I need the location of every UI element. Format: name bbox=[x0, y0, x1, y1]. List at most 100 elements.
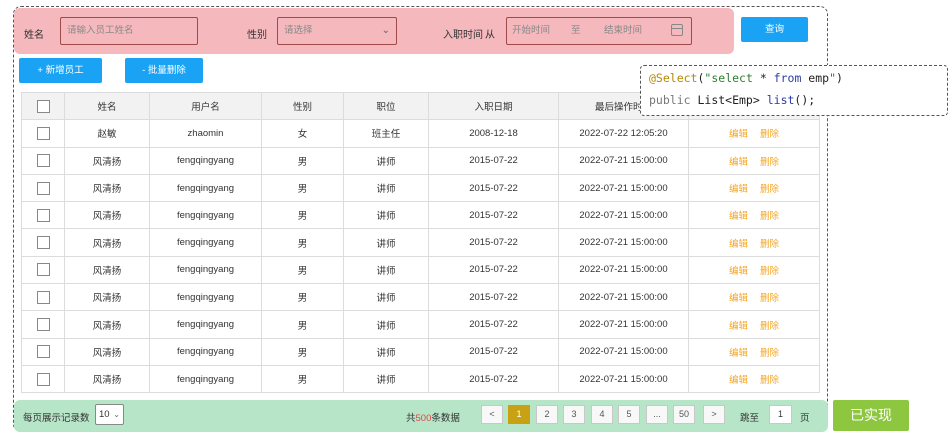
edit-link[interactable]: 编辑 bbox=[729, 211, 748, 222]
start-date-placeholder[interactable]: 开始时间 bbox=[512, 18, 550, 44]
jump-to-page-input[interactable]: 1 bbox=[769, 405, 792, 424]
row-checkbox[interactable] bbox=[36, 318, 50, 332]
code-line-method: public List<Emp> list(); bbox=[649, 93, 816, 107]
cell-actions: 编辑 删除 bbox=[688, 201, 820, 230]
chevron-down-icon: ⌄ bbox=[381, 25, 390, 36]
gender-select[interactable]: 请选择 ⌄ bbox=[277, 17, 397, 45]
page-size-select[interactable]: 10 ⌄ bbox=[95, 404, 124, 425]
edit-link[interactable]: 编辑 bbox=[729, 157, 748, 168]
delete-link[interactable]: 删除 bbox=[760, 266, 779, 277]
code-line-select: @Select("select * from emp") bbox=[649, 71, 843, 85]
delete-link[interactable]: 删除 bbox=[760, 129, 779, 140]
page-button-5[interactable]: 5 bbox=[618, 405, 640, 424]
jump-to-label: 跳至 bbox=[740, 413, 760, 424]
delete-link[interactable]: 删除 bbox=[760, 375, 779, 386]
row-checkbox[interactable] bbox=[36, 236, 50, 250]
code-sql-from: from bbox=[773, 71, 802, 85]
delete-link[interactable]: 删除 bbox=[760, 321, 779, 332]
cell-last-operation-time: 2022-07-21 15:00:00 bbox=[558, 283, 689, 312]
name-label: 姓名 bbox=[24, 30, 44, 41]
cell-gender: 男 bbox=[261, 173, 344, 203]
edit-link[interactable]: 编辑 bbox=[729, 348, 748, 359]
cell-name: 风清扬 bbox=[64, 283, 150, 312]
calendar-icon[interactable] bbox=[671, 24, 683, 36]
cell-gender: 男 bbox=[261, 337, 344, 366]
range-separator: 至 bbox=[571, 25, 581, 36]
cell-position: 讲师 bbox=[343, 337, 429, 366]
edit-link[interactable]: 编辑 bbox=[729, 266, 748, 277]
cell-last-operation-time: 2022-07-21 15:00:00 bbox=[558, 310, 689, 339]
edit-link[interactable]: 编辑 bbox=[729, 239, 748, 250]
edit-link[interactable]: 编辑 bbox=[729, 184, 748, 195]
page-button-4[interactable]: 4 bbox=[591, 405, 613, 424]
next-page-button[interactable]: > bbox=[703, 405, 725, 424]
cell-position: 讲师 bbox=[343, 228, 429, 257]
row-checkbox[interactable] bbox=[36, 263, 50, 277]
employee-table: 姓名 用户名 性别 职位 入职日期 最后操作时间 操作 赵敏 zhaomin 女… bbox=[21, 91, 820, 394]
cell-gender: 男 bbox=[261, 201, 344, 230]
edit-link[interactable]: 编辑 bbox=[729, 129, 748, 140]
edit-link[interactable]: 编辑 bbox=[729, 375, 748, 386]
cell-last-operation-time: 2022-07-22 12:05:20 bbox=[558, 119, 689, 148]
query-button[interactable]: 查询 bbox=[741, 17, 808, 42]
table-row: 风清扬 fengqingyang 男 讲师 2015-07-22 2022-07… bbox=[21, 173, 820, 203]
name-input[interactable] bbox=[67, 25, 197, 36]
cell-actions: 编辑 删除 bbox=[688, 310, 820, 339]
select-all-cell[interactable] bbox=[21, 91, 65, 121]
name-input-box[interactable] bbox=[60, 17, 198, 45]
page-button-1[interactable]: 1 bbox=[508, 405, 530, 424]
entry-date-label-mark: 从 bbox=[485, 30, 495, 41]
total-count-number: 500 bbox=[415, 413, 432, 424]
delete-link[interactable]: 删除 bbox=[760, 348, 779, 359]
page-button-3[interactable]: 3 bbox=[563, 405, 585, 424]
select-all-checkbox[interactable] bbox=[36, 99, 50, 113]
row-checkbox[interactable] bbox=[36, 345, 50, 359]
cell-entry-date: 2015-07-22 bbox=[428, 337, 559, 366]
cell-username: fengqingyang bbox=[149, 228, 262, 257]
table-row: 风清扬 fengqingyang 男 讲师 2015-07-22 2022-07… bbox=[21, 364, 820, 394]
page-button-last[interactable]: 50 bbox=[673, 405, 695, 424]
cell-gender: 男 bbox=[261, 255, 344, 285]
row-checkbox[interactable] bbox=[36, 290, 50, 304]
cell-username: fengqingyang bbox=[149, 283, 262, 312]
cell-entry-date: 2015-07-22 bbox=[428, 201, 559, 230]
cell-gender: 男 bbox=[261, 283, 344, 312]
delete-link[interactable]: 删除 bbox=[760, 157, 779, 168]
cell-actions: 编辑 删除 bbox=[688, 146, 820, 175]
row-checkbox[interactable] bbox=[36, 208, 50, 222]
cell-position: 讲师 bbox=[343, 146, 429, 175]
entry-date-range-picker[interactable]: 开始时间 至 结束时间 bbox=[506, 17, 692, 45]
cell-entry-date: 2015-07-22 bbox=[428, 173, 559, 203]
table-row: 赵敏 zhaomin 女 班主任 2008-12-18 2022-07-22 1… bbox=[21, 119, 820, 148]
row-checkbox[interactable] bbox=[36, 372, 50, 386]
table-row: 风清扬 fengqingyang 男 讲师 2015-07-22 2022-07… bbox=[21, 283, 820, 312]
edit-link[interactable]: 编辑 bbox=[729, 321, 748, 332]
delete-link[interactable]: 删除 bbox=[760, 184, 779, 195]
delete-link[interactable]: 删除 bbox=[760, 239, 779, 250]
entry-date-label: 入职时间 bbox=[443, 30, 483, 41]
cell-name: 风清扬 bbox=[64, 173, 150, 203]
cell-actions: 编辑 删除 bbox=[688, 255, 820, 285]
cell-actions: 编辑 删除 bbox=[688, 119, 820, 148]
cell-actions: 编辑 删除 bbox=[688, 337, 820, 366]
end-date-placeholder[interactable]: 结束时间 bbox=[604, 18, 642, 44]
delete-link[interactable]: 删除 bbox=[760, 293, 779, 304]
cell-name: 风清扬 bbox=[64, 228, 150, 257]
page-ellipsis[interactable]: ... bbox=[646, 405, 668, 424]
cell-entry-date: 2015-07-22 bbox=[428, 364, 559, 394]
cell-actions: 编辑 删除 bbox=[688, 364, 820, 394]
cell-position: 讲师 bbox=[343, 283, 429, 312]
row-checkbox[interactable] bbox=[36, 181, 50, 195]
edit-link[interactable]: 编辑 bbox=[729, 293, 748, 304]
cell-gender: 男 bbox=[261, 146, 344, 175]
row-checkbox[interactable] bbox=[36, 126, 50, 140]
header-gender: 性别 bbox=[261, 91, 344, 121]
add-employee-button[interactable]: + 新增员工 bbox=[19, 58, 102, 83]
row-checkbox[interactable] bbox=[36, 154, 50, 168]
batch-delete-button[interactable]: - 批量删除 bbox=[125, 58, 203, 83]
cell-last-operation-time: 2022-07-21 15:00:00 bbox=[558, 173, 689, 203]
delete-link[interactable]: 删除 bbox=[760, 211, 779, 222]
page-button-2[interactable]: 2 bbox=[536, 405, 558, 424]
prev-page-button[interactable]: < bbox=[481, 405, 503, 424]
cell-name: 风清扬 bbox=[64, 364, 150, 394]
